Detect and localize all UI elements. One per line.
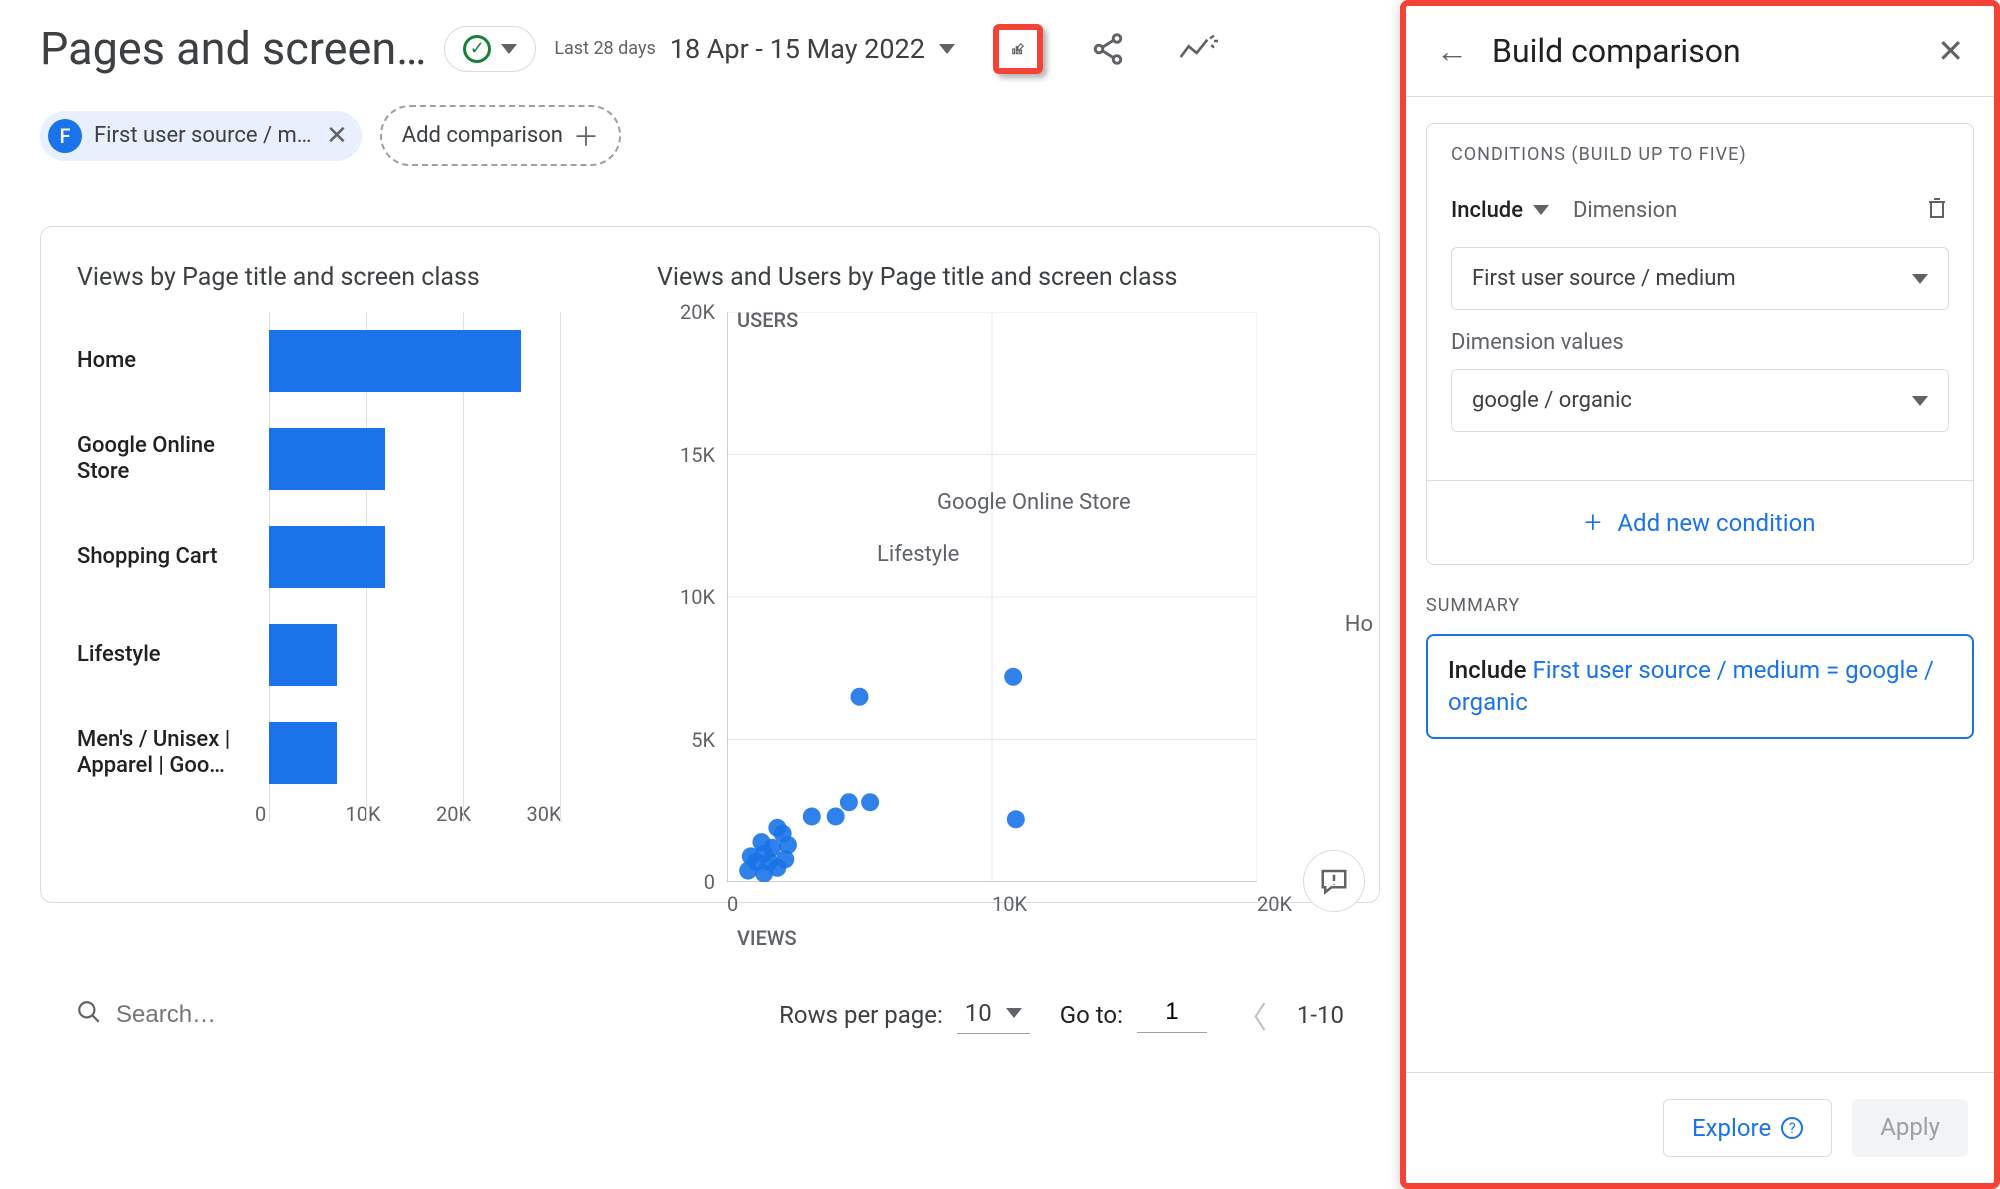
point-label: Google Online Store (937, 490, 1131, 515)
chip-label: First user source / medi… (94, 123, 314, 148)
explore-button[interactable]: Explore ? (1663, 1099, 1832, 1157)
goto-input[interactable] (1137, 998, 1207, 1033)
bar (269, 428, 385, 490)
goto-label: Go to: (1060, 1001, 1123, 1029)
scatter-point[interactable] (776, 850, 794, 868)
bar-label: Google Online Store (77, 433, 269, 486)
summary-box: Include First user source / medium = goo… (1426, 634, 1974, 739)
insights-icon[interactable] (1173, 24, 1223, 74)
dimension-values-select[interactable]: google / organic (1451, 369, 1949, 432)
axis-tick: 20K (655, 300, 715, 324)
bar-label: Men's / Unisex | Apparel | Goo… (77, 727, 269, 780)
build-comparison-panel: ← Build comparison ✕ CONDITIONS (BUILD U… (1400, 0, 2000, 1189)
bar (269, 330, 521, 392)
delete-icon[interactable] (1925, 195, 1949, 225)
point-label: Lifestyle (877, 542, 959, 567)
dimension-label: Dimension (1573, 198, 1677, 223)
dimension-values-label: Dimension values (1451, 330, 1949, 355)
point-label-cut: Ho (1345, 612, 1373, 637)
plus-icon: ＋ (573, 117, 599, 154)
add-condition-label: Add new condition (1617, 509, 1815, 537)
scatter-point[interactable] (1004, 668, 1022, 686)
scatter-chart: USERS 05K10K15K20K 010K20K VIEWS Lifesty… (657, 312, 1373, 882)
check-icon: ✓ (463, 35, 491, 63)
axis-tick: 20K (1257, 892, 1522, 916)
include-dropdown[interactable]: Include (1451, 198, 1549, 223)
help-icon: ? (1781, 1117, 1803, 1139)
date-label: Last 28 days (554, 38, 655, 59)
panel-title: Build comparison (1492, 32, 1913, 70)
explore-label: Explore (1692, 1114, 1771, 1142)
status-dropdown[interactable]: ✓ (444, 26, 536, 72)
chevron-down-icon (1912, 274, 1928, 284)
chevron-down-icon (1912, 396, 1928, 406)
scatter-chart-title: Views and Users by Page title and screen… (657, 263, 1373, 292)
scatter-point[interactable] (851, 688, 869, 706)
share-icon[interactable] (1083, 24, 1133, 74)
scatter-point[interactable] (861, 793, 879, 811)
comparison-chip[interactable]: F First user source / medi… ✕ (40, 111, 362, 161)
scatter-point[interactable] (827, 807, 845, 825)
axis-tick: 5K (655, 728, 715, 752)
summary-include: Include (1448, 656, 1527, 684)
plus-icon: + (1584, 505, 1601, 540)
back-arrow-icon[interactable]: ← (1436, 32, 1468, 70)
add-condition-button[interactable]: + Add new condition (1427, 480, 1973, 564)
date-range: 18 Apr - 15 May 2022 (670, 33, 925, 65)
bar-label: Lifestyle (77, 642, 269, 668)
bar-label: Shopping Cart (77, 544, 269, 570)
apply-button[interactable]: Apply (1852, 1099, 1968, 1157)
add-comparison-button[interactable]: Add comparison ＋ (380, 105, 621, 166)
scatter-point[interactable] (1007, 810, 1025, 828)
axis-tick: 0 (727, 892, 992, 916)
chevron-down-icon (939, 44, 955, 54)
bar-label: Home (77, 348, 269, 374)
scatter-x-label: VIEWS (737, 926, 797, 950)
dimension-value: First user source / medium (1472, 266, 1736, 291)
conditions-header: CONDITIONS (BUILD UP TO FIVE) (1427, 124, 1973, 185)
feedback-button[interactable] (1303, 850, 1365, 912)
summary-label: SUMMARY (1426, 595, 1974, 616)
bar (269, 624, 337, 686)
dimension-select[interactable]: First user source / medium (1451, 247, 1949, 310)
rows-per-page-label: Rows per page: (779, 1001, 943, 1029)
dimension-values-value: google / organic (1472, 388, 1632, 413)
bar (269, 722, 337, 784)
scatter-point[interactable] (840, 793, 858, 811)
axis-tick: 10K (992, 892, 1257, 916)
chip-badge: F (48, 119, 82, 153)
bar (269, 526, 385, 588)
axis-tick: 15K (655, 443, 715, 467)
page-range: 1-10 (1297, 1001, 1344, 1029)
page-title: Pages and screen… (40, 22, 426, 75)
chevron-down-icon (1006, 1008, 1022, 1018)
chevron-down-icon (501, 44, 517, 54)
rows-per-page-value: 10 (965, 999, 992, 1027)
axis-tick: 10K (655, 585, 715, 609)
bar-chart: Home Google Online Store Shopping Cart Life… (77, 312, 617, 826)
bar-chart-title: Views by Page title and screen class (77, 263, 617, 292)
search-input[interactable] (116, 1001, 416, 1029)
axis-tick: 0 (655, 870, 715, 894)
rows-per-page-select[interactable]: 10 (957, 997, 1030, 1034)
chip-add-label: Add comparison (402, 123, 563, 148)
date-range-picker[interactable]: Last 28 days 18 Apr - 15 May 2022 (554, 33, 955, 65)
search-icon (76, 999, 102, 1032)
close-icon[interactable]: ✕ (1937, 32, 1964, 70)
scatter-point[interactable] (803, 807, 821, 825)
include-label: Include (1451, 198, 1523, 223)
prev-page-button[interactable]: 〈 (1237, 993, 1267, 1037)
chevron-down-icon (1533, 205, 1549, 215)
customize-report-button[interactable] (993, 24, 1043, 74)
close-icon[interactable]: ✕ (326, 121, 348, 151)
